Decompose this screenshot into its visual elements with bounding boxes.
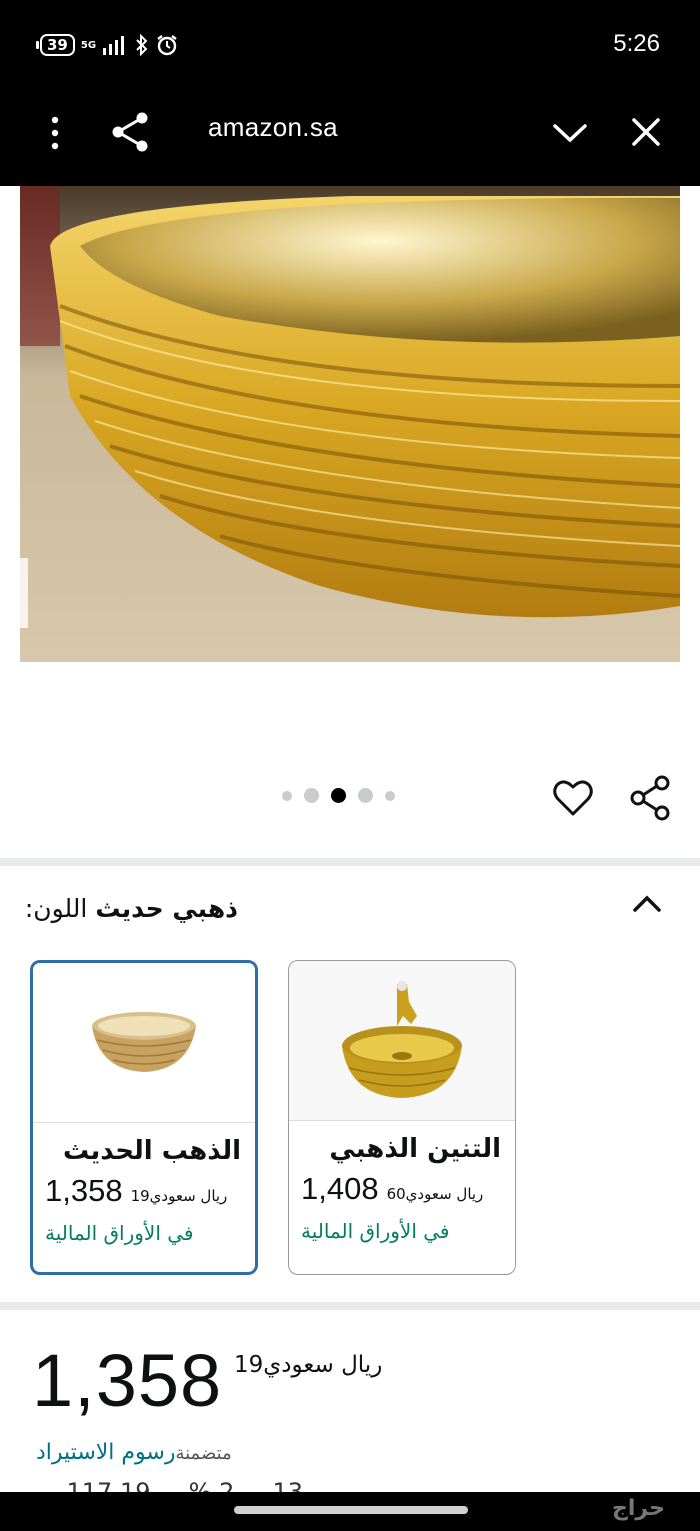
swatch-price: 1,408 60ريال سعودي [301,1169,501,1214]
bluetooth-icon [136,34,148,56]
battery-indicator: 39 [36,34,75,56]
network-type: 5G [80,39,97,51]
alarm-icon [157,35,177,56]
browser-toolbar: amazon.sa [0,90,700,186]
color-swatch-golden-dragon[interactable]: التنين الذهبي 1,408 60ريال سعودي في الأو… [288,960,516,1275]
price-whole: 1,358 [32,1339,223,1422]
product-image[interactable] [20,186,680,662]
section-divider [0,1302,700,1310]
share-icon[interactable] [108,110,152,154]
truncated-text: ... 117.19 ... % 2 ... 13 [36,1478,304,1492]
gallery-dot[interactable] [385,790,395,801]
swatch-image [33,963,255,1123]
gallery-dot[interactable] [282,790,292,801]
signal-icon [103,36,125,55]
clock: 5:26 [613,30,660,57]
swatch-price: 1,358 19ريال سعودي [45,1171,241,1216]
gallery-pagination [282,788,395,803]
swatch-name: الذهب الحديث [62,1136,241,1166]
color-label: اللون: [24,894,88,923]
import-fees-prefix: متضمنة [175,1443,232,1464]
gallery-dot-active[interactable] [331,788,346,803]
chevron-down-icon[interactable] [550,118,590,148]
status-bar: 39 5G 5:26 [0,0,700,90]
import-fees-link[interactable]: رسوم الاستيراد [36,1440,175,1465]
truncated-text-line: ... 117.19 ... % 2 ... 13 [36,1478,666,1492]
selected-color-value: ذهبي حديث [95,894,238,923]
swatch-price-suffix: 19ريال سعودي [130,1187,228,1205]
swatch-image [289,961,515,1121]
swatch-name: التنين الذهبي [329,1134,501,1164]
color-swatch-modern-gold[interactable]: الذهب الحديث 1,358 19ريال سعودي في الأور… [30,960,258,1275]
watermark-logo: حراج [612,1496,665,1521]
home-gesture-pill[interactable] [234,1506,468,1514]
wishlist-heart-icon[interactable] [552,776,594,820]
url-text[interactable]: amazon.sa [208,112,338,143]
swatch-price-suffix: 60ريال سعودي [386,1185,484,1203]
swatch-availability: في الأوراق المالية [301,1219,450,1243]
color-label-row: ذهبي حديث اللون: [25,894,244,923]
chevron-up-icon[interactable] [630,890,664,918]
gallery-dot[interactable] [358,788,373,803]
swatch-availability: في الأوراق المالية [45,1221,194,1245]
price-currency: 19ريال سعودي [234,1352,383,1378]
import-fees-line: متضمنةرسوم الاستيراد [36,1440,232,1465]
swatch-price-whole: 1,358 [45,1173,123,1208]
section-divider [0,858,700,866]
status-icons: 39 5G [36,34,178,56]
share-product-icon[interactable] [628,774,672,822]
system-nav-bar: حراج [0,1492,700,1531]
gallery-dot[interactable] [304,788,319,803]
more-vert-icon[interactable] [44,114,66,154]
swatch-price-whole: 1,408 [301,1171,379,1206]
close-icon[interactable] [628,114,664,150]
